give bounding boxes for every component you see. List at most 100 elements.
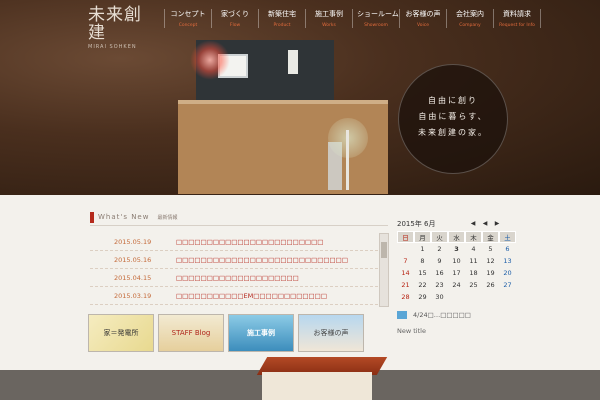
heading-divider	[90, 225, 388, 226]
calendar-day[interactable]: 2	[431, 243, 448, 255]
calendar-day[interactable]: 16	[431, 267, 448, 279]
banner-customer-voice[interactable]: お客様の声	[298, 314, 364, 352]
tagline-line: 自由に創り	[428, 96, 478, 105]
house-window	[288, 50, 298, 74]
nav-label: 施工事例	[315, 10, 343, 18]
footer-house-facade	[262, 372, 372, 400]
banner-works[interactable]: 施工事例	[228, 314, 294, 352]
event-calendar: 2015年 6月 ◀ ◀ ▶ 日 月 火 水 木 金 土 1 2 3 4 5 6 7 8 9 10…	[397, 218, 521, 335]
nav-sublabel: Flow	[229, 23, 241, 28]
nav-sublabel: Showroom	[364, 23, 388, 28]
news-item[interactable]: 2015.05.16 □□□□□□□□□□□□□□□□□□□□□□□□□□□□	[90, 251, 378, 269]
nav-sublabel: Voice	[417, 23, 429, 28]
scrollbar-thumb[interactable]	[381, 242, 387, 258]
news-date: 2015.05.16	[114, 255, 152, 264]
calendar-day[interactable]: 7	[397, 255, 414, 267]
tree-trunk	[346, 130, 349, 190]
calendar-day	[448, 291, 465, 303]
nav-label: 資料請求	[503, 10, 531, 18]
calendar-day[interactable]: 22	[414, 279, 431, 291]
news-title-en: What's New	[98, 213, 150, 221]
calendar-day[interactable]: 24	[448, 279, 465, 291]
news-link[interactable]: □□□□□□□□□□□□□□□□□□□□	[176, 274, 299, 282]
calendar-dow: 月	[414, 231, 431, 243]
calendar-dow: 火	[431, 231, 448, 243]
nav-item-flow[interactable]: 家づくり Flow	[211, 9, 258, 28]
news-link[interactable]: □□□□□□□□□□□□□□□□□□□□□□□□	[176, 238, 323, 246]
news-date: 2015.04.15	[114, 273, 152, 282]
banner-staff-blog[interactable]: STAFF Blog	[158, 314, 224, 352]
calendar-day[interactable]: 21	[397, 279, 414, 291]
calendar-day[interactable]: 27	[499, 279, 516, 291]
calendar-day[interactable]: 17	[448, 267, 465, 279]
news-date: 2015.05.19	[114, 237, 152, 246]
news-link[interactable]: □□□□□□□□□□□□□□□□□□□□□□□□□□□□	[176, 256, 348, 264]
calendar-prev-year-icon[interactable]: ◀	[467, 220, 479, 227]
nav-sublabel: Company	[459, 23, 481, 28]
calendar-day[interactable]: 4	[465, 243, 482, 255]
calendar-day[interactable]: 8	[414, 255, 431, 267]
banner-power-plant[interactable]: 家＝発電所	[88, 314, 154, 352]
news-list: 2015.05.19 □□□□□□□□□□□□□□□□□□□□□□□□ 2015.…	[90, 233, 378, 305]
nav-item-showroom[interactable]: ショールーム Showroom	[352, 9, 399, 28]
nav-sublabel: Concept	[178, 23, 198, 28]
nav-item-request[interactable]: 資料請求 Request for Info	[493, 9, 541, 28]
news-item[interactable]: 2015.05.19 □□□□□□□□□□□□□□□□□□□□□□□□	[90, 233, 378, 251]
calendar-event[interactable]: 4/24□…□□□□□	[397, 311, 521, 319]
calendar-day[interactable]: 13	[499, 255, 516, 267]
calendar-grid: 日 月 火 水 木 金 土 1 2 3 4 5 6 7 8 9 10 11 12 13 14 15 16 17 1…	[397, 231, 521, 303]
calendar-day[interactable]: 28	[397, 291, 414, 303]
calendar-prev-month-icon[interactable]: ◀	[479, 220, 491, 227]
global-nav: コンセプト Concept 家づくり Flow 新築住宅 Product 施工事例 Wo…	[164, 9, 541, 28]
nav-item-company[interactable]: 会社案内 Company	[446, 9, 493, 28]
calendar-day[interactable]: 23	[431, 279, 448, 291]
nav-item-product[interactable]: 新築住宅 Product	[258, 9, 305, 28]
calendar-day[interactable]: 9	[431, 255, 448, 267]
calendar-day[interactable]: 19	[482, 267, 499, 279]
banner-row: 家＝発電所 STAFF Blog 施工事例 お客様の声	[88, 314, 368, 352]
calendar-day[interactable]: 30	[431, 291, 448, 303]
nav-sublabel: Request for Info	[499, 23, 535, 28]
logo-sub: MIRAI SOHKEN	[88, 44, 137, 50]
calendar-day[interactable]: 3	[448, 243, 465, 255]
calendar-dow: 木	[465, 231, 482, 243]
calendar-day	[465, 291, 482, 303]
news-item[interactable]: 2015.03.19 □□□□□□□□□□□EM□□□□□□□□□□□□	[90, 287, 378, 305]
news-item[interactable]: 2015.04.15 □□□□□□□□□□□□□□□□□□□□	[90, 269, 378, 287]
calendar-day[interactable]: 6	[499, 243, 516, 255]
calendar-day	[397, 243, 414, 255]
calendar-month: 2015年 6月	[397, 219, 436, 228]
nav-item-works[interactable]: 施工事例 Works	[305, 9, 352, 28]
calendar-next-month-icon[interactable]: ▶	[491, 220, 503, 227]
calendar-day[interactable]: 12	[482, 255, 499, 267]
hero-tagline-circle: 自由に創り 自由に暮らす、 未来創建の家。	[398, 64, 508, 174]
calendar-day[interactable]: 5	[482, 243, 499, 255]
nav-item-concept[interactable]: コンセプト Concept	[164, 9, 211, 28]
calendar-day[interactable]: 1	[414, 243, 431, 255]
calendar-day[interactable]: 26	[482, 279, 499, 291]
new-title-text: New title	[397, 327, 426, 335]
nav-label: コンセプト	[170, 10, 206, 18]
news-date: 2015.03.19	[114, 291, 152, 300]
nav-label: 家づくり	[221, 10, 249, 18]
calendar-day[interactable]: 15	[414, 267, 431, 279]
calendar-day[interactable]: 25	[465, 279, 482, 291]
hero-tree	[328, 100, 368, 190]
calendar-day[interactable]: 11	[465, 255, 482, 267]
news-link[interactable]: □□□□□□□□□□□EM□□□□□□□□□□□□	[176, 292, 327, 300]
nav-item-voice[interactable]: お客様の声 Voice	[399, 9, 446, 28]
tagline-line: 未来創建の家。	[418, 128, 488, 137]
calendar-day[interactable]: 14	[397, 267, 414, 279]
calendar-day[interactable]: 10	[448, 255, 465, 267]
calendar-day[interactable]: 29	[414, 291, 431, 303]
site-logo[interactable]: 未来創建 MIRAI SOHKEN	[88, 6, 158, 50]
banner-label: 家＝発電所	[103, 329, 139, 337]
nav-label: 新築住宅	[268, 10, 296, 18]
news-scrollbar[interactable]	[379, 233, 389, 307]
banner-label: 施工事例	[247, 329, 275, 337]
calendar-day[interactable]: 18	[465, 267, 482, 279]
news-section: What's New 最新情報 2015.05.19 □□□□□□□□□□□□□□…	[90, 211, 390, 307]
news-title-jp: 最新情報	[157, 214, 178, 221]
header: 未来創建 MIRAI SOHKEN コンセプト Concept 家づくり Flow …	[0, 0, 600, 195]
calendar-day[interactable]: 20	[499, 267, 516, 279]
